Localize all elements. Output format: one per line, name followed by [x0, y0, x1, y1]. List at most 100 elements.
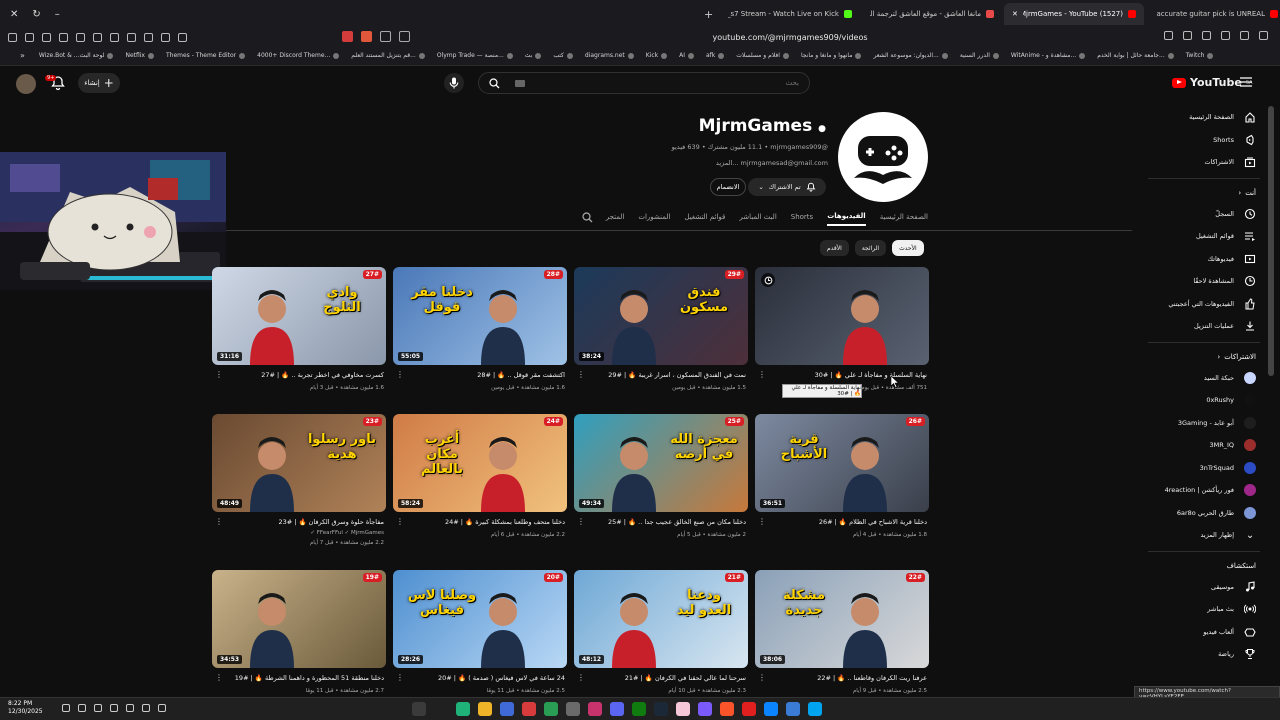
- sidebar-item[interactable]: 3nTrSquad: [1140, 457, 1268, 480]
- more-actions-icon[interactable]: ⋮: [758, 518, 766, 526]
- close-window-icon[interactable]: ✕: [10, 9, 18, 20]
- sidebar-section-subscriptions[interactable]: الاشتراكات ‹: [1140, 347, 1268, 367]
- video-card[interactable]: وصلنا لاس فيغاس 20# 28:26 ⋮ 24 ساعة في لاس ف…: [393, 570, 567, 694]
- sidebar-item[interactable]: الاشتراكات: [1140, 151, 1268, 174]
- clipboard-icon[interactable]: [399, 31, 410, 42]
- settings-sliders-icon[interactable]: [1164, 31, 1173, 40]
- browser-tab[interactable]: Biblically accurate guitar pick is UNREA…: [1146, 3, 1280, 25]
- channel-description-more[interactable]: mjrmgamesad@gmail.com ...المزيد: [560, 159, 828, 167]
- join-button[interactable]: الانضمام: [710, 178, 746, 196]
- address-bar[interactable]: youtube.com/@mjrmgames909/videos: [640, 29, 940, 45]
- opera-icon[interactable]: [742, 702, 756, 716]
- channel-avatar[interactable]: [838, 112, 928, 202]
- lock-icon[interactable]: [1240, 31, 1249, 40]
- bookmark-item[interactable]: Kick: [642, 52, 671, 59]
- tab-close-icon[interactable]: ✕: [1012, 10, 1018, 18]
- sidebar-item[interactable]: 3MR_IQ: [1140, 434, 1268, 457]
- sidebar-scrollbar[interactable]: [1268, 106, 1274, 376]
- subscribed-button[interactable]: تم الاشتراك ⌄: [748, 178, 826, 196]
- video-thumbnail[interactable]: وصلنا لاس فيغاس 20# 28:26: [393, 570, 567, 668]
- more-actions-icon[interactable]: ⋮: [215, 518, 223, 526]
- video-card[interactable]: دخلنا مقر قوقل 28# 55:05 ⋮ اكتشفت مقر قوقل .…: [393, 267, 567, 391]
- extension-icon[interactable]: [178, 32, 187, 42]
- more-actions-icon[interactable]: ⋮: [215, 371, 223, 379]
- chrome-icon[interactable]: [786, 702, 800, 716]
- more-actions-icon[interactable]: ⋮: [396, 674, 404, 682]
- watch-later-icon[interactable]: [761, 273, 775, 287]
- bookmark-item[interactable]: Twitch: [1182, 52, 1218, 59]
- video-card[interactable]: فندق مسكون 29# 38:24 ⋮ نمت في الفندق المسكون…: [574, 267, 748, 391]
- sidebar-item[interactable]: الفيديوهات التي أعجبتني: [1140, 293, 1268, 316]
- pen-icon[interactable]: [161, 32, 170, 42]
- file-explorer-icon[interactable]: [478, 702, 492, 716]
- system-clock[interactable]: 8:22 PM 12/30/2025: [8, 700, 43, 716]
- bookmark-item[interactable]: الديوان: موسوعة الشعر...: [869, 52, 951, 59]
- more-actions-icon[interactable]: ⋮: [577, 518, 585, 526]
- bookmark-item[interactable]: بث: [521, 52, 546, 59]
- channel-tab[interactable]: Shorts: [791, 209, 813, 225]
- link-icon[interactable]: [144, 32, 153, 42]
- bookmark-item[interactable]: AI: [675, 52, 698, 59]
- edge-icon[interactable]: [764, 702, 778, 716]
- video-title[interactable]: عرفنا ريت الكرفان وقاطعنا .. 🔥 | #22: [767, 674, 927, 682]
- video-title[interactable]: سرحنا لما عالي لحقنا في الكرفان 🔥 | #21: [586, 674, 746, 682]
- notification-center-icon[interactable]: [62, 704, 70, 712]
- video-title[interactable]: دخلنا متحف وطلعنا بمشكلة كبيرة 🔥 | #24: [405, 518, 565, 526]
- sidebar-item[interactable]: Shorts: [1140, 129, 1268, 152]
- minimize-icon[interactable]: –: [55, 9, 60, 20]
- app-pink-icon[interactable]: [676, 702, 690, 716]
- video-card[interactable]: معجزة الله في أرضه 25# 49:34 ⋮ دخلنا مكان من…: [574, 414, 748, 538]
- channel-tab[interactable]: المنشورات: [638, 209, 670, 225]
- steam-icon[interactable]: [654, 702, 668, 716]
- video-title[interactable]: نهاية السلسلة و مفاجأة لـ علي 🔥 | #30: [767, 371, 927, 379]
- bookmark-item[interactable]: الدرر السنية: [956, 52, 1003, 59]
- bookmark-item[interactable]: افلام و مسلسلات: [732, 52, 793, 59]
- bookmarks-overflow-icon[interactable]: »: [20, 51, 25, 60]
- more-actions-icon[interactable]: ⋮: [396, 518, 404, 526]
- bookmark-icon[interactable]: [1202, 31, 1211, 40]
- reload-window-icon[interactable]: ↻: [32, 9, 40, 20]
- channel-search-icon[interactable]: [582, 212, 593, 223]
- discord-icon[interactable]: [610, 702, 624, 716]
- video-thumbnail[interactable]: ودعنا العدو ليد 21# 48:12: [574, 570, 748, 668]
- sublime-icon[interactable]: [566, 702, 580, 716]
- mail-icon[interactable]: [434, 702, 448, 716]
- video-thumbnail[interactable]: [755, 267, 929, 365]
- browser-tab[interactable]: rudio_s7 Stream - Watch Live on Kick: [720, 3, 860, 25]
- sidebar-item[interactable]: عمليات التنزيل: [1140, 315, 1268, 338]
- voice-search-icon[interactable]: [444, 73, 464, 93]
- video-thumbnail[interactable]: أغرب مكان بالعالم 24# 58:24: [393, 414, 567, 512]
- bookmark-item[interactable]: Olymp Trade — منصة...: [433, 52, 517, 59]
- volume-icon[interactable]: [78, 704, 86, 712]
- keyboard-icon[interactable]: [514, 79, 525, 87]
- video-title[interactable]: اكتشفت مقر قوقل .. 🔥 | #28: [405, 371, 565, 379]
- tab-icon[interactable]: [59, 32, 68, 42]
- video-card[interactable]: قرية الأشباح 26# 36:51 ⋮ دخلنا قرية الاشباح …: [755, 414, 929, 538]
- video-title[interactable]: كسرت مخاوفي في اخطر تجربة .. 🔥 | #27: [224, 371, 384, 379]
- folder-icon[interactable]: [110, 32, 119, 42]
- more-actions-icon[interactable]: ⋮: [758, 371, 766, 379]
- sort-chip[interactable]: الأقدم: [820, 240, 849, 256]
- bookmark-item[interactable]: قم بتنزيل المستند العلم...: [347, 52, 429, 59]
- video-card[interactable]: مشكلة جديدة 22# 38:06 ⋮ عرفنا ريت الكرفان وق…: [755, 570, 929, 694]
- tray-overflow-icon[interactable]: [158, 704, 166, 712]
- sidebar-item[interactable]: موسيقى: [1140, 576, 1268, 599]
- sidebar-item[interactable]: المشاهدة لاحقًا: [1140, 270, 1268, 293]
- more-actions-icon[interactable]: ⋮: [396, 371, 404, 379]
- show-more-button[interactable]: ⌄ إظهار المزيد: [1140, 524, 1268, 547]
- more-actions-icon[interactable]: ⋮: [215, 674, 223, 682]
- more-actions-icon[interactable]: ⋮: [577, 371, 585, 379]
- reader-icon[interactable]: [76, 32, 85, 42]
- video-thumbnail[interactable]: معجزة الله في أرضه 25# 49:34: [574, 414, 748, 512]
- sort-chip[interactable]: الرائجة: [854, 240, 887, 256]
- bookmark-item[interactable]: Themes - Theme Editor: [162, 52, 249, 59]
- video-title[interactable]: دخلنا قرية الاشباح في الظلام 🔥 | #26: [767, 518, 927, 526]
- back-icon[interactable]: [380, 31, 391, 42]
- media-icon[interactable]: [522, 702, 536, 716]
- sidebar-item[interactable]: حبكة السيد: [1140, 367, 1268, 390]
- menu-icon[interactable]: [8, 32, 17, 42]
- video-thumbnail[interactable]: فندق مسكون 29# 38:24: [574, 267, 748, 365]
- bookmark-item[interactable]: مانهوا و مانغا و مانجا: [797, 52, 866, 59]
- excel-icon[interactable]: [544, 702, 558, 716]
- browser-tab[interactable]: مانغا العاشق - موقع العاشق لترجمة المانغ…: [862, 3, 1002, 25]
